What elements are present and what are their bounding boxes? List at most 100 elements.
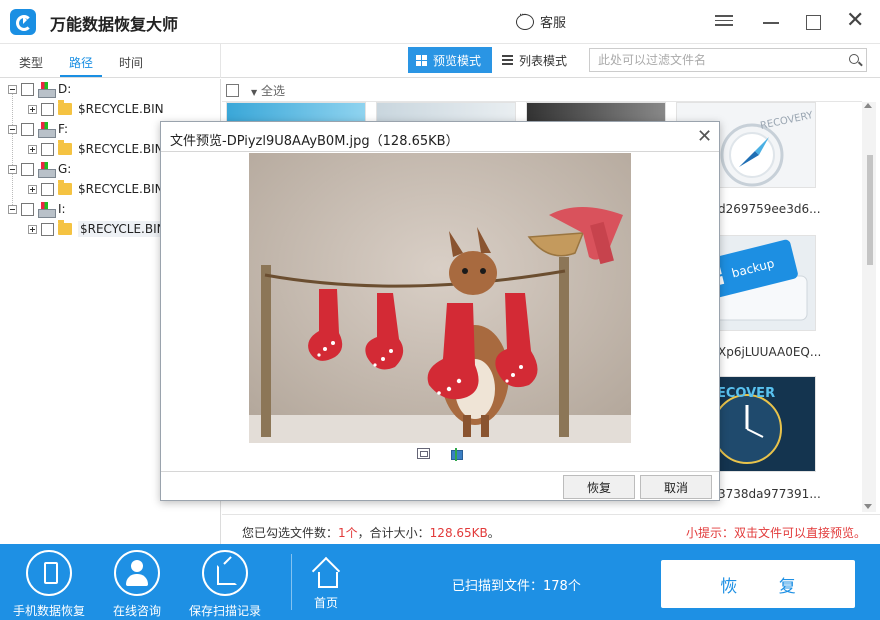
chat-bubble-icon xyxy=(516,10,534,30)
minimize-icon[interactable] xyxy=(762,12,782,32)
close-icon[interactable]: ✕ xyxy=(846,10,866,32)
scroll-down-icon[interactable] xyxy=(864,504,872,509)
search-input[interactable] xyxy=(590,49,830,71)
preview-mode-button[interactable]: 预览模式 xyxy=(408,47,492,73)
tree-drive-i[interactable]: I: xyxy=(8,199,66,219)
actual-size-icon[interactable] xyxy=(450,448,464,461)
search-icon[interactable] xyxy=(849,54,859,64)
list-mode-button[interactable]: 列表模式 xyxy=(502,47,582,73)
dropdown-arrow-icon[interactable]: ▼ xyxy=(251,88,257,97)
scroll-up-icon[interactable] xyxy=(864,103,872,108)
drive-icon xyxy=(38,122,56,138)
phone-recovery-label: 手机数据恢复 xyxy=(12,604,85,618)
tip-text: 小提示：双击文件可以直接预览。 xyxy=(685,526,866,540)
scrollbar-thumb[interactable] xyxy=(867,155,873,265)
tab-time[interactable]: 时间 xyxy=(119,54,143,71)
file-name-label: 3738da977391... xyxy=(718,487,821,501)
list-icon xyxy=(502,55,513,65)
drive-icon xyxy=(38,82,56,98)
expand-icon[interactable] xyxy=(28,224,37,234)
thumb-text: ECOVER xyxy=(717,386,775,401)
checkbox[interactable] xyxy=(21,122,34,136)
save-scan-record-button[interactable]: 保存扫描记录 xyxy=(185,550,265,619)
tab-type[interactable]: 类型 xyxy=(19,54,43,71)
file-thumbnail[interactable] xyxy=(526,102,666,122)
folder-icon xyxy=(58,100,72,115)
title-bar: 万能数据恢复大师 客服 ✕ xyxy=(0,0,880,44)
collapse-icon[interactable] xyxy=(8,84,17,94)
expand-icon[interactable] xyxy=(28,184,37,194)
folder-label: $RECYCLE.BIN xyxy=(78,182,164,196)
preview-mode-label: 预览模式 xyxy=(433,53,482,68)
phone-recovery-button[interactable]: 手机数据恢复 xyxy=(9,550,89,619)
tree-drive-g[interactable]: G: xyxy=(8,159,71,179)
selection-summary: 您已勾选文件数：1个，合计大小：128.65KB。 xyxy=(242,526,500,540)
support-button[interactable]: 客服 xyxy=(516,10,567,31)
folder-label: $RECYCLE.BIN xyxy=(78,221,168,237)
save-scan-label: 保存扫描记录 xyxy=(188,604,261,618)
select-all[interactable]: ▼ 全选 xyxy=(226,82,285,99)
fit-to-window-icon[interactable] xyxy=(417,448,430,459)
online-consult-button[interactable]: 在线咨询 xyxy=(97,550,177,619)
expand-icon[interactable] xyxy=(28,104,37,114)
home-label: 首页 xyxy=(313,596,338,610)
folder-label: $RECYCLE.BIN xyxy=(78,142,164,156)
drive-icon xyxy=(38,202,56,218)
online-consult-label: 在线咨询 xyxy=(112,604,161,618)
app-title: 万能数据恢复大师 xyxy=(50,15,179,34)
dialog-title: 文件预览-DPiyzl9U8AAyB0M.jpg（128.65KB） xyxy=(170,134,459,149)
scanned-count: 已扫描到文件：178个 xyxy=(452,579,581,594)
collapse-icon[interactable] xyxy=(8,204,17,214)
file-thumbnail[interactable] xyxy=(376,102,516,122)
tree-drive-f[interactable]: F: xyxy=(8,119,68,139)
divider xyxy=(220,44,221,78)
collapse-icon[interactable] xyxy=(8,124,17,134)
drive-icon xyxy=(38,162,56,178)
folder-icon xyxy=(58,140,72,155)
bottom-bar: 手机数据恢复 在线咨询 保存扫描记录 首页 已扫描到文件：178个 恢 复 xyxy=(0,544,880,620)
tree-item-recycle-bin-selected[interactable]: $RECYCLE.BIN xyxy=(28,219,168,239)
toolbar: 类型 路径 时间 预览模式 列表模式 xyxy=(0,44,880,78)
select-all-checkbox[interactable] xyxy=(226,84,239,97)
tree-item-recycle-bin[interactable]: $RECYCLE.BIN xyxy=(28,99,164,119)
home-button[interactable]: 首页 xyxy=(306,560,346,611)
checkbox[interactable] xyxy=(41,182,54,196)
search-box xyxy=(589,48,867,72)
expand-icon[interactable] xyxy=(28,144,37,154)
recover-button[interactable]: 恢 复 xyxy=(661,560,855,608)
tree-item-recycle-bin[interactable]: $RECYCLE.BIN xyxy=(28,179,164,199)
tree-drive-d[interactable]: D: xyxy=(8,79,71,99)
file-thumbnail[interactable] xyxy=(226,102,366,122)
drive-label: D: xyxy=(58,82,72,96)
file-name-label: d269759ee3d6... xyxy=(718,202,821,216)
support-label: 客服 xyxy=(540,16,567,31)
divider xyxy=(291,554,292,610)
checkbox[interactable] xyxy=(21,202,34,216)
drive-label: G: xyxy=(58,162,72,176)
checkbox[interactable] xyxy=(21,162,34,176)
export-icon xyxy=(202,550,248,596)
checkbox[interactable] xyxy=(41,222,54,236)
phone-icon xyxy=(26,550,72,596)
drive-label: F: xyxy=(58,122,69,136)
restore-button[interactable]: 恢复 xyxy=(563,475,635,499)
tree-item-recycle-bin[interactable]: $RECYCLE.BIN xyxy=(28,139,164,159)
checkbox[interactable] xyxy=(41,142,54,156)
dialog-footer: 恢复 取消 xyxy=(161,471,719,501)
maximize-icon[interactable] xyxy=(804,12,824,32)
list-mode-label: 列表模式 xyxy=(519,53,568,68)
active-tab-indicator xyxy=(60,75,102,77)
person-icon xyxy=(114,550,160,596)
checkbox[interactable] xyxy=(41,102,54,116)
menu-icon[interactable] xyxy=(715,12,735,32)
checkbox[interactable] xyxy=(21,82,34,96)
app-logo-icon xyxy=(10,9,36,35)
cancel-button[interactable]: 取消 xyxy=(640,475,712,499)
close-icon[interactable]: ✕ xyxy=(697,126,712,147)
tab-path[interactable]: 路径 xyxy=(69,54,93,71)
folder-label: $RECYCLE.BIN xyxy=(78,102,164,116)
collapse-icon[interactable] xyxy=(8,164,17,174)
preview-image xyxy=(249,153,631,443)
folder-icon xyxy=(58,180,72,195)
status-bar: 您已勾选文件数：1个，合计大小：128.65KB。 小提示：双击文件可以直接预览… xyxy=(222,514,880,544)
